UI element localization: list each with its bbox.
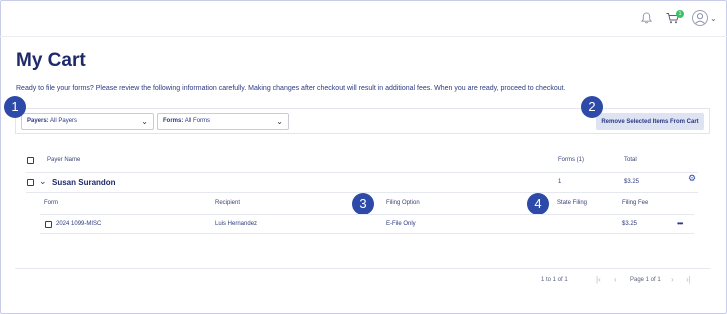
payer-total: $3.25: [624, 179, 640, 185]
divider: [15, 268, 710, 269]
payers-select-label: Payers:: [27, 118, 49, 124]
divider: [26, 192, 698, 193]
callout-3: 3: [352, 193, 374, 215]
callout-1: 1: [4, 96, 26, 118]
user-avatar[interactable]: [692, 10, 708, 26]
form-row-checkbox[interactable]: [45, 221, 52, 228]
payers-select-value: All Payers: [50, 118, 78, 124]
forms-select-value: All Forms: [184, 118, 211, 124]
col-state-filing: State Filing: [557, 200, 588, 206]
chevron-down-icon: ⌄: [141, 117, 148, 126]
gear-icon[interactable]: ⚙: [688, 173, 696, 184]
top-bar: [0, 0, 727, 37]
payer-name: Susan Surandon: [52, 178, 116, 187]
last-page-icon[interactable]: ›|: [686, 275, 691, 284]
payers-select[interactable]: Payers: All Payers ⌄: [21, 113, 154, 130]
col-filing-fee: Filing Fee: [622, 200, 649, 206]
intro-text: Ready to file your forms? Please review …: [16, 85, 566, 92]
page-title: My Cart: [16, 50, 86, 71]
first-page-icon[interactable]: |‹: [596, 275, 601, 284]
payer-forms-count: 1: [558, 179, 562, 185]
forms-select-label: Forms:: [163, 118, 184, 124]
select-all-checkbox[interactable]: [27, 157, 34, 164]
chevron-down-icon[interactable]: ⌄: [39, 176, 47, 187]
divider: [26, 172, 698, 173]
chevron-down-icon: ⌄: [276, 117, 283, 126]
col-recipient: Recipient: [215, 200, 241, 206]
callout-4: 4: [527, 193, 549, 215]
filing-option-value: E-File Only: [386, 221, 416, 227]
col-total: Total: [624, 157, 637, 163]
prev-page-icon[interactable]: ‹: [614, 275, 617, 284]
col-forms: Forms (1): [558, 157, 584, 163]
more-options-icon[interactable]: •••: [677, 219, 683, 228]
payer-row-checkbox[interactable]: [27, 179, 34, 186]
app-frame: [0, 0, 727, 314]
col-filing-option: Filing Option: [386, 200, 420, 206]
chevron-down-icon[interactable]: ⌄: [710, 14, 717, 23]
cart-count-badge: 1: [676, 10, 684, 18]
recipient-name: Luis Hernandez: [215, 221, 258, 227]
pagination-page: Page 1 of 1: [630, 277, 661, 283]
next-page-icon[interactable]: ›: [671, 275, 674, 284]
bell-icon[interactable]: [641, 12, 652, 24]
forms-select[interactable]: Forms: All Forms ⌄: [157, 113, 289, 130]
user-icon: [694, 13, 706, 25]
filing-fee-value: $3.25: [622, 221, 638, 227]
callout-2: 2: [581, 96, 603, 118]
form-link[interactable]: 2024 1099-MISC: [56, 221, 101, 227]
divider: [40, 233, 694, 234]
remove-selected-button[interactable]: Remove Selected Items From Cart: [596, 113, 704, 130]
col-form: Form: [44, 200, 58, 206]
divider: [40, 214, 694, 215]
pagination-range: 1 to 1 of 1: [541, 277, 568, 283]
col-payer-name: Payer Name: [47, 157, 81, 163]
